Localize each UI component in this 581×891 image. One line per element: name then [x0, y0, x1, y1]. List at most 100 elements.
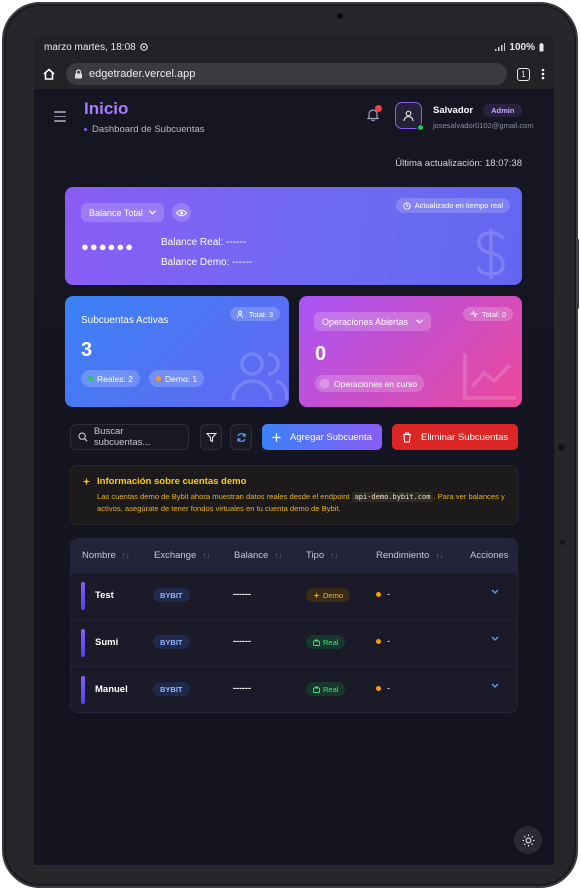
clock-icon	[402, 201, 411, 210]
user-info: Salvador Admin josesalvador0102@gmail.co…	[433, 104, 534, 130]
operations-total: Total: 0	[481, 309, 506, 319]
role-badge: Admin	[483, 104, 523, 117]
search-icon	[78, 432, 88, 442]
briefcase-icon	[313, 686, 320, 693]
eye-icon	[176, 209, 187, 216]
operations-status: Operaciones en curso	[334, 378, 418, 389]
status-time: marzo martes, 18:08	[44, 41, 136, 53]
side-sensor	[560, 540, 565, 545]
filter-button[interactable]	[200, 424, 222, 450]
app-content: Inicio Dashboard de Subcuentas Salvador …	[34, 89, 554, 865]
browser-toolbar: edgetrader.vercel.app 1	[34, 59, 554, 89]
chevron-down-icon[interactable]	[491, 683, 499, 689]
subaccounts-title: Subcuentas Activas	[81, 315, 169, 326]
column-rendimiento[interactable]: Rendimiento ↑↓	[376, 550, 443, 561]
row-name: Test	[95, 590, 114, 601]
notifications-button[interactable]	[366, 105, 382, 126]
notification-dot	[375, 105, 382, 112]
chart-icon	[463, 353, 516, 400]
sync-icon	[139, 43, 148, 51]
add-subaccount-button[interactable]: Agregar Subcuenta	[262, 424, 382, 450]
filter-icon	[205, 432, 217, 442]
tablet-frame: marzo martes, 18:08 100% edgetrader.verc…	[2, 2, 579, 888]
users-icon	[231, 352, 289, 401]
row-name: Sumi	[95, 637, 119, 648]
table-row[interactable]: Test BYBIT ------ Demo -	[71, 572, 517, 619]
trash-icon	[403, 431, 411, 443]
more-menu-icon[interactable]	[540, 67, 546, 81]
info-title: Información sobre cuentas demo	[97, 476, 247, 487]
row-performance: -	[376, 636, 390, 646]
sort-icon: ↑↓	[202, 551, 211, 560]
clock-icon	[319, 378, 330, 389]
sort-icon: ↑↓	[121, 551, 130, 560]
demo-count-chip: Demo: 1	[149, 370, 205, 387]
table-row[interactable]: Sumi BYBIT ------ Real -	[71, 619, 517, 666]
column-tipo[interactable]: Tipo ↑↓	[306, 550, 338, 561]
info-text-before: Las cuentas demo de Bybit ahora muestran…	[97, 492, 350, 501]
table-row[interactable]: Manuel BYBIT ------ Real -	[71, 666, 517, 712]
menu-icon[interactable]	[54, 111, 66, 122]
tabs-button[interactable]: 1	[517, 67, 530, 81]
column-balance[interactable]: Balance ↑↓	[234, 550, 282, 561]
theme-toggle-button[interactable]	[514, 826, 542, 854]
column-exchange[interactable]: Exchange ↑↓	[154, 550, 210, 561]
delete-subaccounts-button[interactable]: Eliminar Subcuentas	[392, 424, 518, 450]
search-placeholder: Buscar subcuentas...	[93, 426, 151, 448]
row-indicator	[81, 676, 85, 704]
table-header: Nombre ↑↓ Exchange ↑↓ Balance ↑↓ Tipo ↑↓ Ren…	[71, 539, 517, 572]
sparkle-icon	[313, 591, 320, 599]
type-badge: Real	[306, 682, 346, 696]
row-performance: -	[376, 589, 390, 599]
home-icon[interactable]	[42, 67, 56, 81]
battery-icon	[539, 42, 544, 51]
subaccounts-card: Total: 3 Subcuentas Activas 3 Reales: 2 …	[65, 296, 289, 407]
add-subaccount-label: Agregar Subcuenta	[290, 431, 372, 443]
exchange-badge: BYBIT	[153, 635, 190, 649]
delete-subaccounts-label: Eliminar Subcuentas	[421, 431, 509, 443]
chevron-down-icon[interactable]	[491, 589, 499, 595]
row-balance: ------	[233, 636, 251, 646]
row-indicator	[81, 582, 85, 610]
page-subtitle: Dashboard de Subcuentas	[84, 124, 205, 135]
subaccounts-total-badge: Total: 3	[229, 307, 280, 321]
row-name: Manuel	[95, 684, 128, 695]
avatar[interactable]	[395, 102, 424, 131]
balance-type-select[interactable]: Balance Total	[81, 203, 164, 222]
subaccounts-table: Nombre ↑↓ Exchange ↑↓ Balance ↑↓ Tipo ↑↓ Ren…	[70, 538, 518, 713]
address-bar[interactable]: edgetrader.vercel.app	[66, 63, 507, 85]
actions-toolbar: Buscar subcuentas... Agregar Subcuenta E…	[70, 424, 518, 450]
operations-status-chip: Operaciones en curso	[315, 375, 425, 392]
signal-icon	[495, 43, 506, 51]
lock-icon	[75, 69, 82, 79]
exchange-badge: BYBIT	[153, 588, 190, 602]
row-performance: -	[376, 683, 390, 693]
user-name: Salvador	[433, 105, 474, 116]
column-nombre[interactable]: Nombre ↑↓	[82, 550, 130, 561]
top-navigation: Inicio Dashboard de Subcuentas Salvador …	[34, 89, 554, 144]
search-input[interactable]: Buscar subcuentas...	[70, 424, 189, 450]
chevron-down-icon[interactable]	[491, 636, 499, 642]
demo-count: Demo: 1	[165, 373, 198, 384]
user-icon	[403, 110, 414, 122]
user-email: josesalvador0102@gmail.com	[433, 121, 534, 130]
sort-icon: ↑↓	[274, 551, 283, 560]
online-indicator	[417, 124, 424, 131]
operations-total-badge: Total: 0	[462, 307, 513, 321]
sort-icon: ↑↓	[330, 551, 339, 560]
side-sensor	[558, 444, 565, 451]
page-title: Inicio	[84, 98, 129, 118]
operations-card: Total: 0 Operaciones Abiertas 0 Operacio…	[299, 296, 522, 407]
refresh-button[interactable]	[230, 424, 252, 450]
endpoint-code: api-demo.bybit.com	[351, 492, 434, 502]
real-count: Reales: 2	[97, 373, 133, 384]
status-bar: marzo martes, 18:08 100%	[34, 35, 554, 59]
toggle-visibility-button[interactable]	[172, 203, 191, 222]
users-icon	[236, 310, 243, 318]
plus-icon	[272, 433, 281, 441]
exchange-badge: BYBIT	[153, 682, 190, 696]
sort-icon: ↑↓	[435, 551, 444, 560]
volume-button	[576, 239, 579, 309]
operations-select-label: Operaciones Abiertas	[322, 316, 409, 327]
operations-select[interactable]: Operaciones Abiertas	[314, 312, 432, 331]
